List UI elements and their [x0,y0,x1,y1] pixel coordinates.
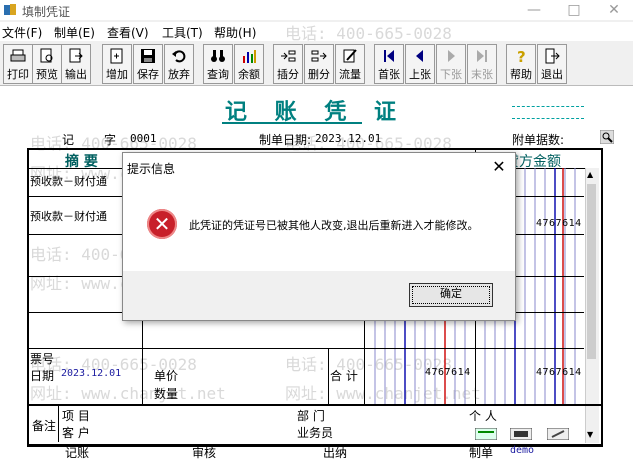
grid-line [142,312,143,405]
date-value[interactable]: 2023.12.01 [315,132,381,145]
menu-tools[interactable]: 工具(T) [162,24,203,41]
delete-line-icon [311,50,327,62]
scrollbar-thumb[interactable] [587,184,596,359]
voucher-type[interactable]: 记 [62,131,74,148]
cashier-label: 出纳 [323,446,348,460]
svg-text:?: ? [517,48,526,64]
search-icon[interactable] [600,130,614,144]
balance-chart-icon [243,50,256,63]
toolbar: 打印 预览 输出 增加 保存 放弃 查询 余额 插分 删分 流量 首张 上张 下… [0,41,633,86]
tools-icon[interactable] [547,428,569,440]
auditor-label: 审核 [192,446,217,460]
export-icon [69,48,83,63]
menu-view[interactable]: 查看(V) [107,24,149,41]
qty-label: 数量 [154,387,179,401]
query-button[interactable]: 查询 [203,44,233,84]
first-button[interactable]: 首张 [374,44,404,84]
remark-label: 备注 [32,419,57,433]
help-icon: ? [517,48,526,64]
insert-line-icon [281,50,296,62]
ok-button[interactable]: 确定 [409,283,493,307]
title-bar: 填制凭证 — □ ✕ [0,0,633,20]
row-credit[interactable]: 4767614 [536,218,582,229]
minimize-button[interactable]: — [514,0,554,20]
prev-button[interactable]: 上张 [405,44,435,84]
export-button[interactable]: 输出 [61,44,91,84]
last-button[interactable]: 末张 [467,44,497,84]
maker-value: demo [510,445,535,456]
printer-icon [10,49,26,62]
app-icon [4,4,16,15]
dept-label: 部 门 [297,409,325,423]
date-field-value[interactable]: 2023.12.01 [61,368,121,379]
total-label: 合 计 [330,369,358,383]
person-label: 个 人 [469,409,497,423]
last-icon [477,50,487,62]
print-button[interactable]: 打印 [3,44,33,84]
maximize-button[interactable]: □ [554,0,594,20]
voucher-no-label: 字 [104,133,117,147]
insert-line-button[interactable]: 插分 [273,44,303,84]
window-title: 填制凭证 [22,5,71,19]
error-icon: ✕ [147,209,177,239]
add-icon [110,48,123,64]
balance-button[interactable]: 余额 [234,44,264,84]
grid-line [328,348,329,405]
cashflow-icon [343,49,357,63]
project-label: 项 目 [62,409,90,423]
menu-make[interactable]: 制单(E) [54,24,95,41]
date-field-label: 日期 [30,369,55,383]
ticket-label: 票号 [30,352,55,366]
discard-button[interactable]: 放弃 [164,44,194,84]
scroll-up-icon[interactable]: ▲ [587,170,593,179]
book-icon[interactable] [510,428,532,440]
total-debit: 4767614 [425,367,471,378]
dialog-close-button[interactable]: ✕ [487,156,511,178]
decor-line [512,118,584,119]
grid-line [58,406,59,442]
menu-file[interactable]: 文件(F) [2,24,42,41]
preview-button[interactable]: 预览 [32,44,62,84]
preview-icon [40,48,53,63]
customer-label: 客 户 [62,426,90,440]
prev-icon [416,50,423,62]
close-button[interactable]: ✕ [594,0,633,20]
staff-label: 业务员 [297,426,334,440]
bookkeeper-label: 记账 [65,446,90,460]
col-summary-header: 摘 要 [65,154,98,170]
price-label: 单价 [154,369,179,383]
date-label: 制单日期: [259,133,312,147]
next-icon [448,50,455,62]
maker-label: 制单 [469,446,494,460]
exit-icon [545,48,560,64]
binoculars-icon [211,50,225,62]
total-credit: 4767614 [536,367,582,378]
add-button[interactable]: 增加 [102,44,132,84]
undo-icon [172,50,186,63]
message-dialog: 提示信息 ✕ ✕ 此凭证的凭证号已被其他人改变,退出后重新进入才能修改。 确定 [122,152,516,321]
exit-button[interactable]: 退出 [537,44,567,84]
first-icon [384,50,394,62]
card-icon[interactable] [475,428,497,440]
next-button[interactable]: 下张 [436,44,466,84]
delete-line-button[interactable]: 删分 [304,44,334,84]
decor-line [512,106,584,107]
watermark-phone: 电话: 400-665-0028 [285,24,452,43]
help-button[interactable]: ? 帮助 [506,44,536,84]
save-button[interactable]: 保存 [133,44,163,84]
save-icon [141,49,155,63]
row-summary[interactable]: 预收款－财付通 [30,208,107,224]
dialog-titlebar [123,153,515,183]
grid-line [28,348,584,349]
row-summary[interactable]: 预收款－财付通 [30,173,107,189]
attach-label: 附单据数: [512,133,565,147]
dialog-title: 提示信息 [127,162,176,176]
voucher-title-underline [222,122,362,125]
cashflow-button[interactable]: 流量 [335,44,365,84]
voucher-no[interactable]: 0001 [130,132,157,145]
menu-help[interactable]: 帮助(H) [214,24,256,41]
dialog-message: 此凭证的凭证号已被其他人改变,退出后重新进入才能修改。 [189,219,479,232]
